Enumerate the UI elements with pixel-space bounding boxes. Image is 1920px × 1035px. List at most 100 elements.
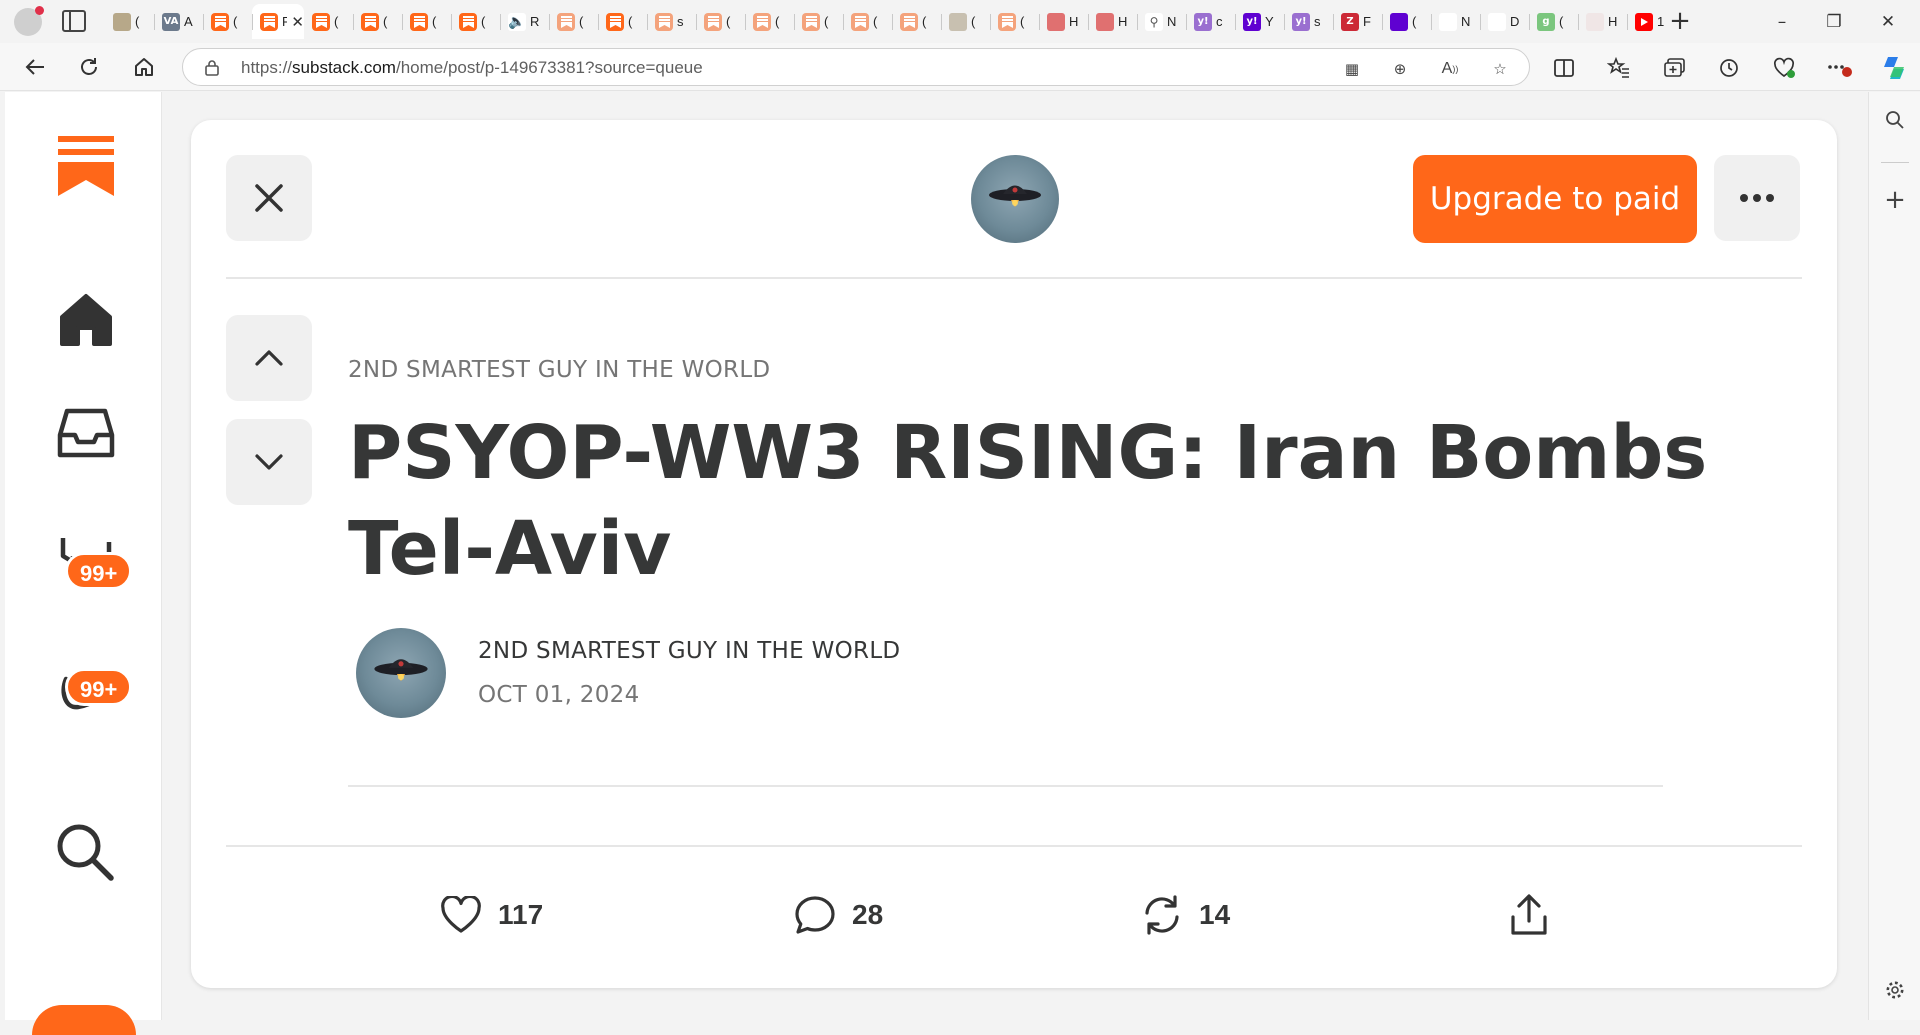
back-button[interactable] (18, 51, 52, 83)
browser-tab[interactable]: D (1480, 4, 1529, 39)
restack-button[interactable]: 14 (1141, 888, 1230, 942)
browser-tab[interactable]: g( (1529, 4, 1578, 39)
browser-tab[interactable]: ( (794, 4, 843, 39)
substack-logo[interactable] (51, 130, 121, 200)
close-tab-icon[interactable]: ✕ (291, 13, 304, 31)
browser-tab[interactable]: ( (598, 4, 647, 39)
share-button[interactable] (1509, 888, 1549, 942)
close-window-button[interactable]: ✕ (1866, 6, 1910, 38)
author-name[interactable]: 2ND SMARTEST GUY IN THE WORLD (478, 638, 900, 664)
browser-tab[interactable]: ( (353, 4, 402, 39)
favorites-icon[interactable] (1606, 55, 1632, 81)
performance-icon[interactable] (1771, 55, 1797, 81)
tab-title: s (677, 14, 684, 29)
author-avatar[interactable] (356, 628, 446, 718)
nav-home[interactable] (51, 285, 121, 355)
tab-title: ( (383, 14, 388, 29)
like-count: 117 (498, 899, 544, 930)
browser-tab[interactable]: ( (549, 4, 598, 39)
browser-tab[interactable]: H (1088, 4, 1137, 39)
tab-title: ( (481, 14, 486, 29)
tab-title: c (1216, 14, 1223, 29)
tab-title: ( (579, 14, 584, 29)
browser-tab[interactable]: H (1578, 4, 1627, 39)
speaker-icon: 🔈 (508, 12, 526, 31)
chevron-down-icon (255, 454, 283, 470)
history-icon[interactable] (1716, 55, 1742, 81)
url-text[interactable]: https://substack.com/home/post/p-1496733… (241, 58, 703, 78)
browser-tab[interactable]: VA A (154, 4, 203, 39)
ellipsis-icon (1740, 194, 1774, 202)
browser-tab[interactable]: ( (105, 4, 154, 39)
app-available-icon[interactable]: ▦ (1341, 58, 1363, 80)
tab-title: A (184, 14, 193, 29)
sidebar-settings-icon[interactable] (1881, 976, 1909, 1004)
publication-name[interactable]: 2ND SMARTEST GUY IN THE WORLD (348, 357, 770, 383)
substack-icon (312, 12, 330, 31)
comment-icon (795, 896, 835, 934)
browser-tab[interactable]: ( (451, 4, 500, 39)
browser-tab[interactable]: ( (304, 4, 353, 39)
browser-tab[interactable]: ZF (1333, 4, 1382, 39)
browser-tab[interactable]: ( (696, 4, 745, 39)
tab-title: ( (775, 14, 780, 29)
browser-tab[interactable]: ( (843, 4, 892, 39)
next-post-button[interactable] (226, 419, 312, 505)
actions-divider (226, 845, 1802, 847)
publication-avatar[interactable] (971, 155, 1059, 243)
browser-tab[interactable]: ( (402, 4, 451, 39)
profile-icon[interactable] (14, 6, 44, 36)
profile-button[interactable] (32, 1005, 136, 1035)
copilot-icon[interactable] (1879, 53, 1909, 83)
browser-tab[interactable]: ( (745, 4, 794, 39)
post-title[interactable]: PSYOP-WW3 RISING: Iran Bombs Tel-Aviv (348, 405, 1718, 597)
split-screen-icon[interactable] (1551, 55, 1577, 81)
close-button[interactable] (226, 155, 312, 241)
address-bar[interactable]: https://substack.com/home/post/p-1496733… (182, 48, 1530, 86)
collections-icon[interactable] (1662, 55, 1688, 81)
image-icon (949, 12, 967, 31)
sidebar-search-icon[interactable] (1881, 106, 1909, 134)
share-icon (1511, 894, 1547, 935)
read-aloud-icon[interactable]: A)) (1439, 58, 1461, 80)
search-icon (57, 824, 114, 881)
lock-icon (205, 60, 219, 76)
nav-inbox[interactable] (51, 398, 121, 468)
browser-tab[interactable]: y! c (1186, 4, 1235, 39)
tab-title: ( (628, 14, 633, 29)
comment-count: 28 (852, 899, 884, 930)
browser-tab[interactable]: ( (892, 4, 941, 39)
browser-tab[interactable]: F ✕ (252, 4, 304, 39)
favorite-star-icon[interactable]: ☆ (1489, 58, 1511, 80)
settings-more-icon[interactable] (1826, 55, 1852, 81)
tab-title: F (1363, 14, 1371, 29)
tab-title: ( (873, 14, 878, 29)
upgrade-to-paid-button[interactable]: Upgrade to paid (1413, 155, 1697, 243)
home-button[interactable] (127, 51, 161, 83)
browser-tab[interactable]: y! s (1284, 4, 1333, 39)
browser-tab[interactable]: ( (1382, 4, 1431, 39)
browser-tab[interactable]: ( (990, 4, 1039, 39)
zoom-icon[interactable]: ⊕ (1389, 58, 1411, 80)
more-options-button[interactable] (1714, 155, 1800, 241)
tab-title: ( (1020, 14, 1025, 29)
restore-button[interactable]: ❐ (1812, 6, 1856, 38)
browser-tab[interactable]: H (1039, 4, 1088, 39)
sidebar-add-icon[interactable]: + (1881, 185, 1909, 215)
refresh-button[interactable] (72, 51, 106, 83)
browser-tab[interactable]: N (1431, 4, 1480, 39)
like-button[interactable]: 117 (440, 888, 543, 942)
new-tab-button[interactable]: + (1664, 6, 1696, 38)
browser-tab[interactable]: ( (941, 4, 990, 39)
browser-tab[interactable]: s (647, 4, 696, 39)
nav-search[interactable] (51, 818, 121, 888)
browser-tab[interactable]: 🔈 R (500, 4, 549, 39)
previous-post-button[interactable] (226, 315, 312, 401)
minimize-button[interactable]: – (1760, 6, 1804, 38)
tab-actions-icon[interactable] (62, 10, 86, 32)
browser-tab[interactable]: ( (203, 4, 252, 39)
browser-tab[interactable]: ⚲ N (1137, 4, 1186, 39)
browser-tab[interactable]: y! Y (1235, 4, 1284, 39)
comment-button[interactable]: 28 (794, 888, 883, 942)
substack-icon (211, 12, 229, 31)
